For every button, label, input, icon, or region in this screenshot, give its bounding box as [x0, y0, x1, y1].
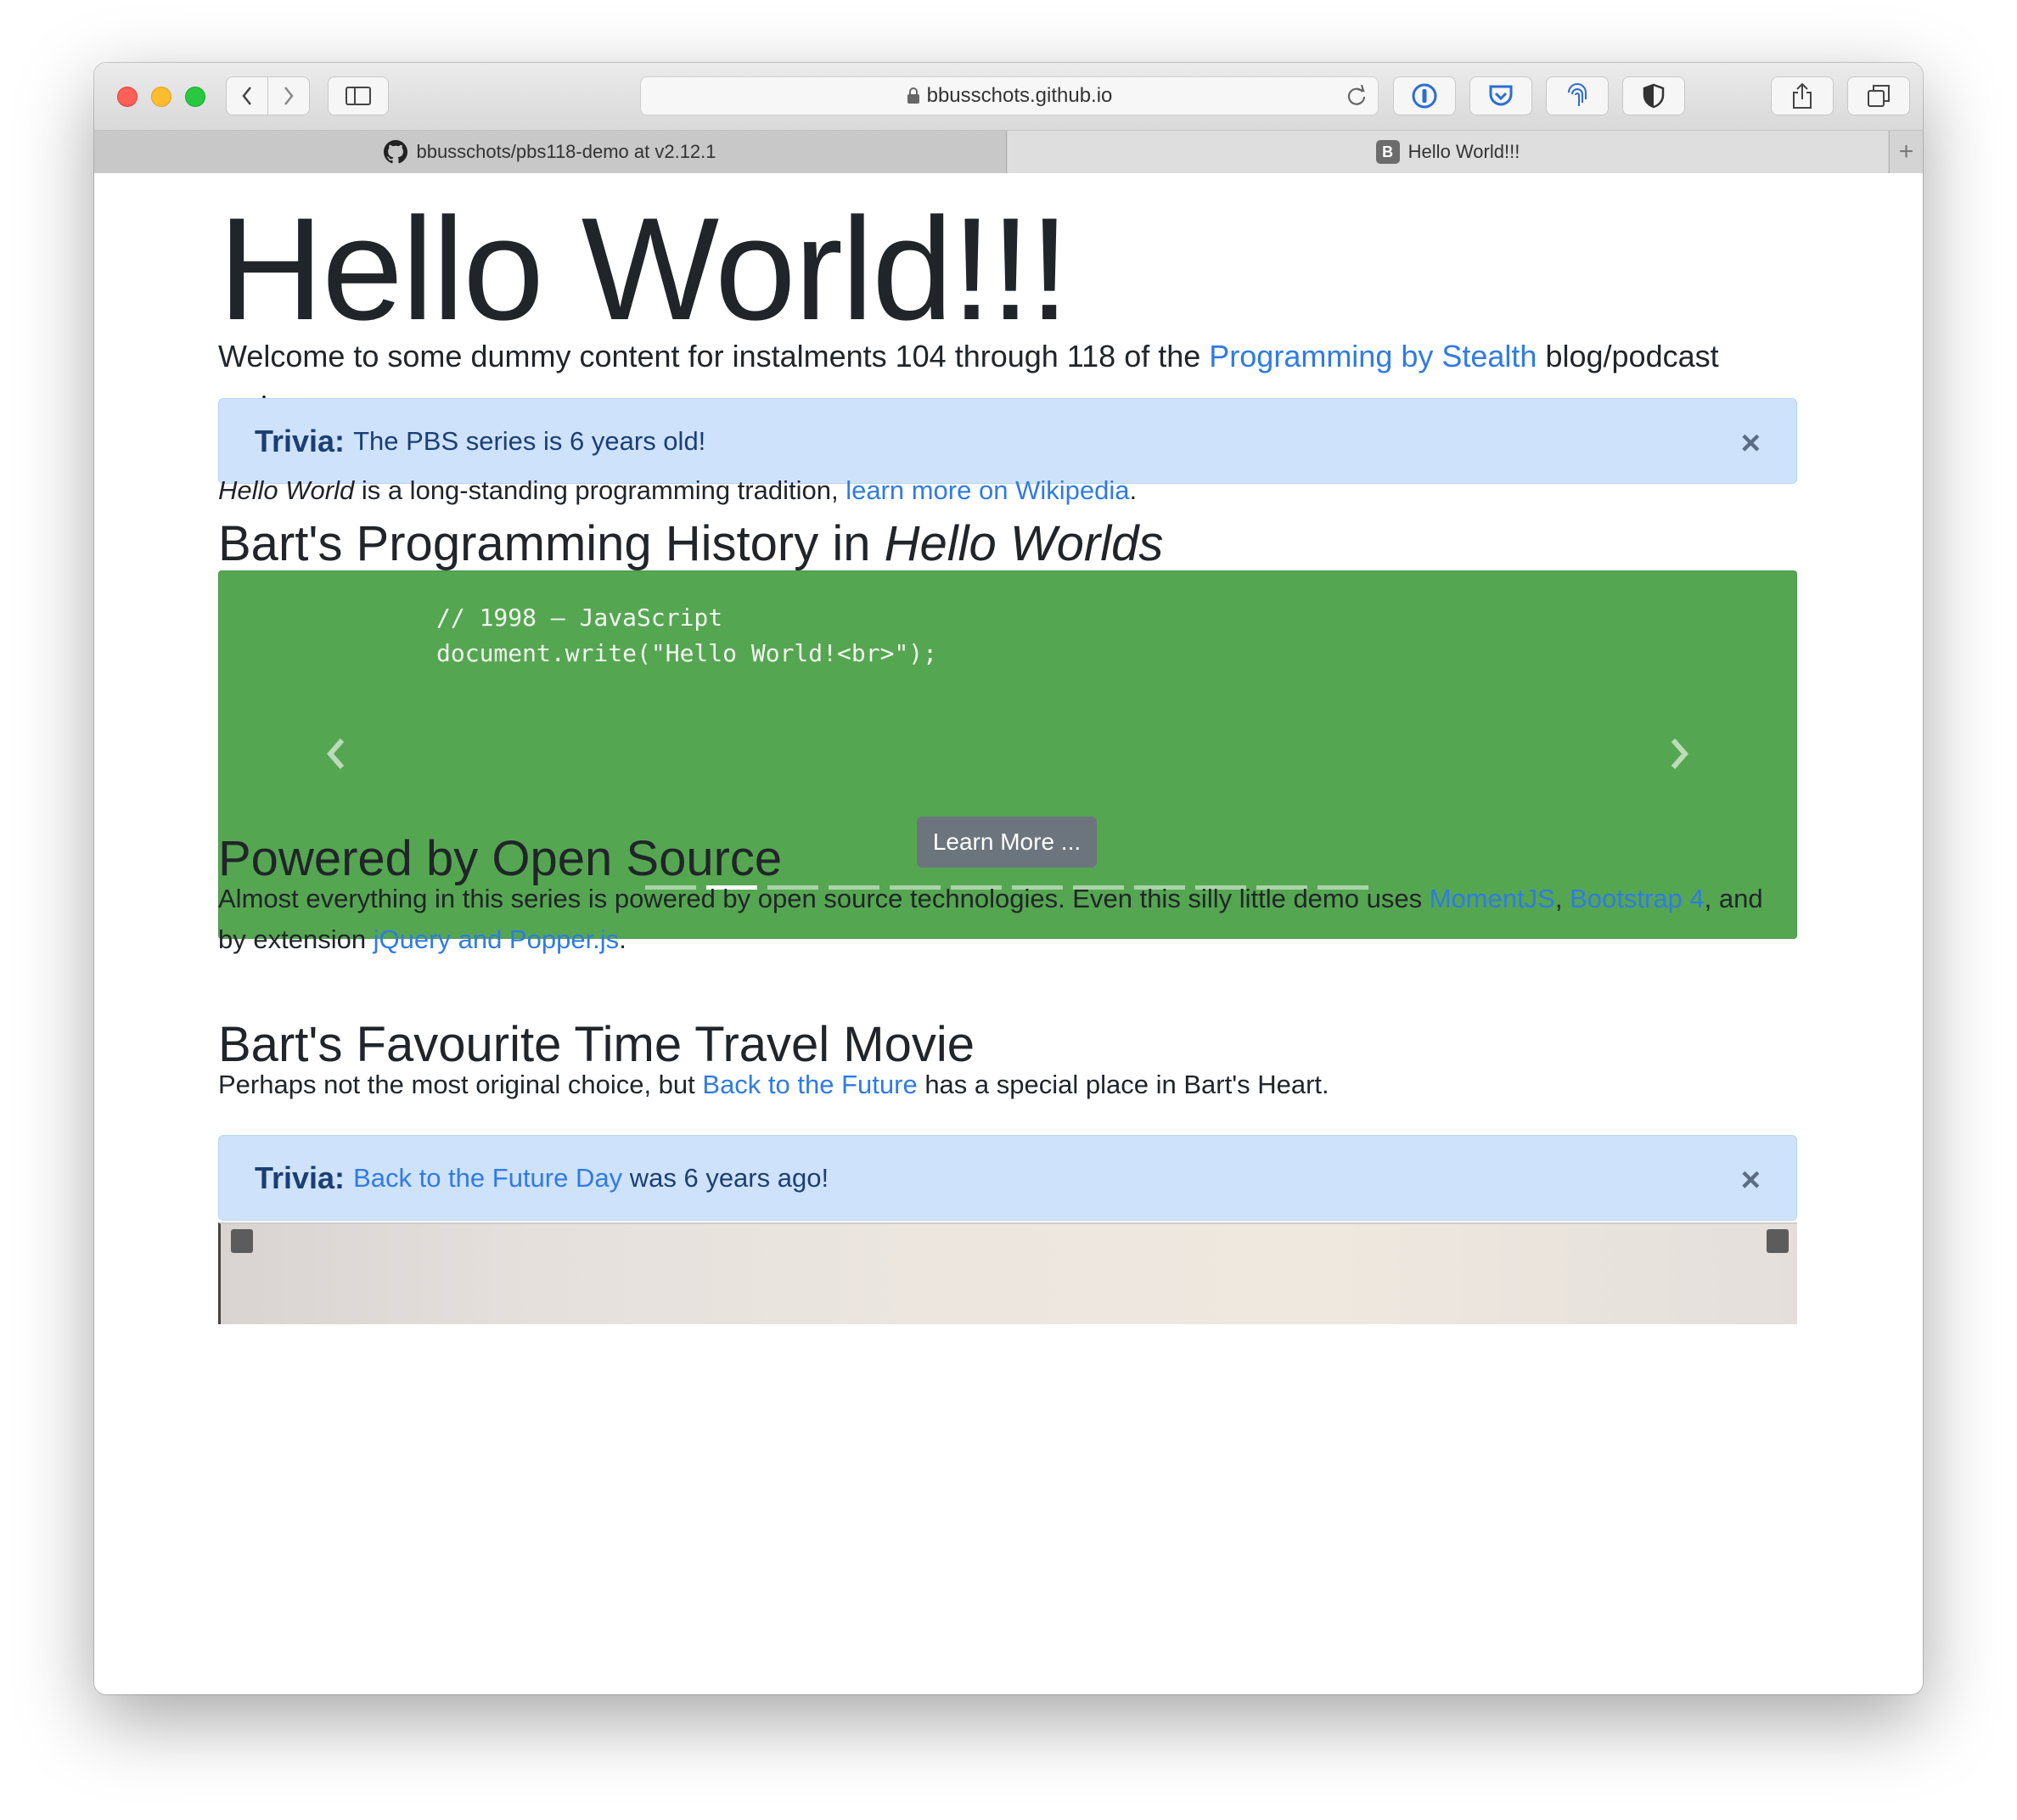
- alert-label: Trivia:: [255, 1160, 346, 1195]
- open-source-paragraph: Almost everything in this series is powe…: [218, 879, 1797, 960]
- page-content: Hello World!!! Welcome to some dummy con…: [94, 174, 1923, 1694]
- lock-icon: [907, 87, 919, 104]
- tab-label: bbusschots/pbs118-demo at v2.12.1: [416, 141, 716, 162]
- history-heading-text: Bart's Programming History in: [218, 516, 885, 571]
- fingerprint-extension[interactable]: [1546, 76, 1609, 115]
- chevron-right-icon: [284, 87, 294, 105]
- bootstrap-link[interactable]: Bootstrap 4: [1570, 884, 1705, 913]
- separator: ,: [1554, 884, 1570, 913]
- bootstrap-icon: B: [1375, 140, 1400, 164]
- pocket-extension[interactable]: [1469, 76, 1532, 115]
- url-text: bbusschots.github.io: [926, 84, 1113, 107]
- chevron-right-icon: [1671, 739, 1688, 769]
- tab-github[interactable]: bbusschots/pbs118-demo at v2.12.1: [94, 131, 1007, 173]
- tabs-overview-icon: [1868, 85, 1890, 107]
- movie-text: Perhaps not the most original choice, bu…: [218, 1070, 703, 1099]
- hello-world-paragraph: Hello World is a long-standing programmi…: [218, 470, 1797, 511]
- carousel-prev-button[interactable]: [319, 733, 353, 775]
- punctuation: .: [1129, 475, 1138, 505]
- sidebar-button[interactable]: [328, 76, 389, 115]
- browser-window: bbusschots.github.io bbusschots/pbs118-d…: [94, 63, 1923, 1694]
- chevron-left-icon: [327, 739, 345, 769]
- tab-label: Hello World!!!: [1407, 141, 1520, 162]
- movie-paragraph: Perhaps not the most original choice, bu…: [218, 1064, 1797, 1105]
- open-source-text: Almost everything in this series is powe…: [218, 884, 1430, 913]
- chevron-left-icon: [242, 87, 251, 105]
- back-to-the-future-day-link[interactable]: Back to the Future Day: [353, 1163, 622, 1194]
- zoom-window-button[interactable]: [185, 87, 205, 107]
- learn-more-button[interactable]: Learn More ...: [917, 817, 1097, 868]
- onepassword-icon: [1412, 83, 1437, 109]
- intro-text: Welcome to some dummy content for instal…: [218, 339, 1210, 374]
- wikipedia-link[interactable]: learn more on Wikipedia: [846, 475, 1129, 505]
- punctuation: .: [619, 924, 626, 954]
- page-title: Hello World!!!: [218, 188, 1070, 351]
- trivia-alert-bttf: Trivia: Back to the Future Day was 6 yea…: [218, 1135, 1797, 1221]
- shield-icon: [1643, 83, 1665, 109]
- fingerprint-icon: [1568, 83, 1587, 106]
- alert-label: Trivia:: [255, 423, 346, 458]
- address-bar[interactable]: bbusschots.github.io: [640, 76, 1379, 115]
- new-tab-button[interactable]: +: [1889, 131, 1923, 173]
- show-tabs-button[interactable]: [1847, 76, 1910, 115]
- close-window-button[interactable]: [117, 87, 138, 107]
- alert-text: was 6 years ago!: [622, 1162, 829, 1193]
- privacy-extension[interactable]: [1622, 76, 1685, 115]
- password-manager-extension[interactable]: [1393, 76, 1456, 115]
- share-button[interactable]: [1771, 76, 1834, 115]
- carousel-next-button[interactable]: [1662, 733, 1696, 775]
- forward-button[interactable]: [267, 76, 310, 115]
- github-icon: [384, 140, 408, 164]
- back-to-the-future-link[interactable]: Back to the Future: [702, 1070, 917, 1099]
- momentjs-link[interactable]: MomentJS: [1430, 884, 1555, 913]
- pocket-icon: [1489, 85, 1513, 106]
- code-line: document.write("Hello World!<br>");: [436, 639, 938, 667]
- back-button[interactable]: [226, 76, 268, 115]
- image-detail: [231, 1229, 253, 1253]
- minimize-window-button[interactable]: [151, 87, 171, 107]
- movie-text-2: has a special place in Bart's Heart.: [917, 1070, 1329, 1099]
- hello-world-em: Hello World: [218, 475, 355, 505]
- movie-image: [218, 1222, 1797, 1324]
- reload-icon[interactable]: [1346, 85, 1368, 107]
- sidebar-icon: [346, 87, 371, 105]
- jquery-popper-link[interactable]: jQuery and Popper.js: [374, 924, 620, 954]
- alert-text: The PBS series is 6 years old!: [353, 425, 706, 456]
- pbs-link[interactable]: Programming by Stealth: [1209, 339, 1537, 374]
- history-heading: Bart's Programming History in Hello Worl…: [218, 514, 1163, 574]
- tab-bar: bbusschots/pbs118-demo at v2.12.1 B Hell…: [94, 131, 1923, 173]
- image-detail: [1767, 1229, 1789, 1253]
- carousel-code: // 1998 — JavaScript document.write("Hell…: [436, 600, 937, 671]
- tab-hello-world[interactable]: B Hello World!!!: [1008, 131, 1888, 173]
- code-line: // 1998 — JavaScript: [436, 604, 723, 632]
- browser-toolbar: bbusschots.github.io: [94, 63, 1923, 131]
- close-icon[interactable]: ×: [1741, 1161, 1761, 1199]
- history-heading-em: Hello Worlds: [884, 516, 1164, 571]
- hello-world-text: is a long-standing programming tradition…: [354, 475, 846, 505]
- close-icon[interactable]: ×: [1741, 424, 1761, 463]
- share-icon: [1793, 82, 1812, 109]
